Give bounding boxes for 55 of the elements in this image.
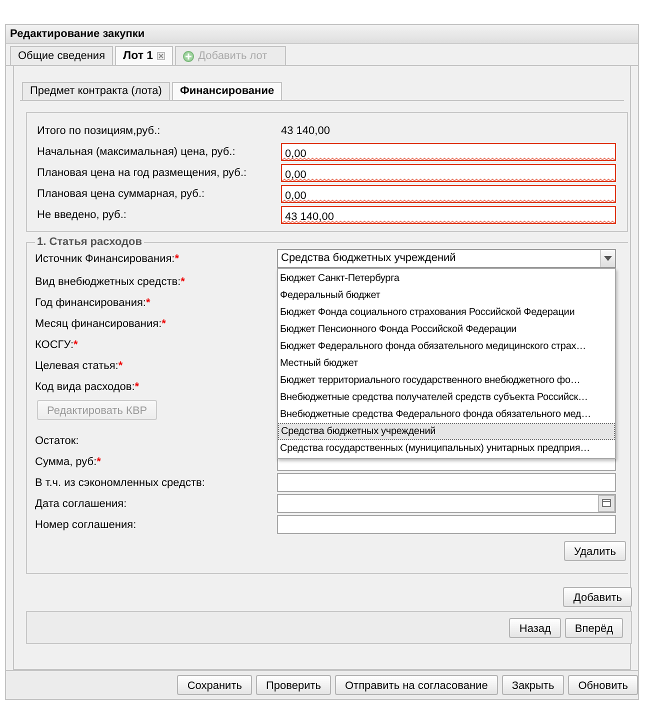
input-field[interactable]: 0,00 — [281, 164, 616, 182]
dropdown-option[interactable]: Бюджет территориального государственного внебюджетного фо… — [278, 372, 615, 389]
forward-button[interactable]: Вперёд — [564, 618, 623, 638]
dropdown-option[interactable]: Средства государственных (муниципальных) унитарных предприя… — [278, 440, 615, 457]
field-label: Год финансирования:* — [35, 296, 152, 308]
input-field[interactable]: 43 140,00 — [281, 206, 616, 224]
dropdown-option[interactable]: Местный бюджет — [278, 355, 615, 372]
field-label: Целевая статья:* — [35, 360, 124, 372]
dropdown-option[interactable]: Бюджет Фонда социального страхования Российской Федерации — [278, 304, 615, 321]
dropdown-option[interactable]: Бюджет Пенсионного Фонда Российской Федерации — [278, 321, 615, 338]
delete-button[interactable]: Удалить — [564, 541, 626, 561]
dropdown-icon[interactable] — [604, 256, 612, 261]
field-label: Итого по позициям,руб.: — [37, 124, 162, 136]
field-label: КОСГУ:* — [35, 338, 79, 350]
field-label: Не введено, руб.: — [37, 208, 128, 220]
field-label: Плановая цена суммарная, руб.: — [37, 188, 206, 200]
input-field[interactable] — [277, 473, 616, 492]
field-label: Месяц финансирования:* — [35, 318, 167, 330]
dropdown-option[interactable]: Бюджет Санкт-Петербурга — [278, 270, 615, 287]
input-field[interactable]: 0,00 — [281, 184, 616, 202]
add-button[interactable]: Добавить — [563, 587, 632, 607]
close-icon[interactable] — [157, 52, 166, 60]
tab[interactable]: Финансирование — [172, 82, 282, 100]
back-button[interactable]: Назад — [509, 618, 561, 638]
calendar-icon[interactable] — [598, 495, 615, 512]
dropdown-option[interactable]: Федеральный бюджет — [278, 287, 615, 304]
field-label: Плановая цена на год размещения, руб.: — [37, 166, 248, 178]
dropdown-option[interactable]: Внебюджетные средства получателей средств субъекта Российск… — [278, 389, 615, 406]
total-value: 43 140,00 — [281, 124, 330, 136]
section-legend: 1. Статья расходов — [35, 236, 144, 248]
field-label: Код вида расходов:* — [35, 380, 140, 392]
input-field[interactable] — [277, 515, 616, 534]
field-label: Остаток: — [35, 434, 80, 446]
check-button[interactable]: Проверить — [256, 675, 331, 695]
field-label: Источник Финансирования:* — [35, 252, 180, 264]
send-button[interactable]: Отправить на согласование — [335, 675, 498, 695]
field-label: Сумма, руб:* — [35, 456, 102, 468]
combo-box[interactable]: Средства бюджетных учреждений — [277, 249, 616, 268]
close-button[interactable]: Закрыть — [502, 675, 564, 695]
refresh-button[interactable]: Обновить — [568, 675, 638, 695]
add-icon — [183, 50, 194, 62]
dropdown-option[interactable]: Средства бюджетных учреждений — [278, 423, 615, 440]
dropdown-option[interactable]: Внебюджетные средства Федерального фонда обязательного мед… — [278, 406, 615, 423]
field-label: Вид внебюджетных средств:* — [35, 276, 186, 288]
input-field[interactable]: 0,00 — [281, 142, 616, 160]
field-label: Дата соглашения: — [35, 498, 128, 510]
tab[interactable]: Общие сведения — [10, 46, 114, 65]
tab[interactable]: Предмет контракта (лота) — [22, 82, 170, 100]
date-field[interactable] — [277, 494, 616, 513]
save-button[interactable]: Сохранить — [177, 675, 252, 695]
tab[interactable]: Лот 1 — [115, 46, 174, 65]
field-label: Начальная (максимальная) цена, руб.: — [37, 146, 236, 158]
field-label: Номер соглашения: — [35, 518, 138, 530]
field-label: В т.ч. из сэкономленных средств: — [35, 476, 206, 488]
dropdown-option[interactable]: Бюджет Федерального фонда обязательного медицинского страх… — [278, 338, 615, 355]
